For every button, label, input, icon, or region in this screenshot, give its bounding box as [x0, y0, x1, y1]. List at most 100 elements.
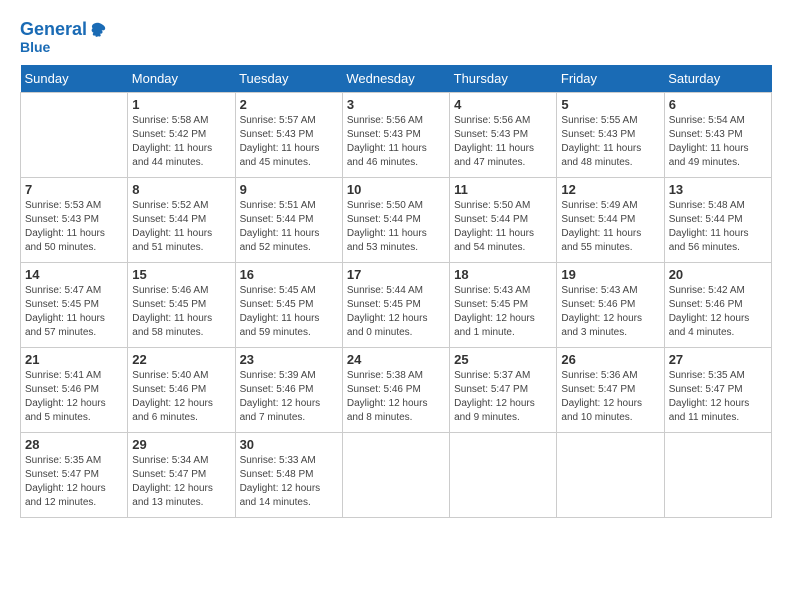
calendar-cell: 21 Sunrise: 5:41 AM Sunset: 5:46 PM Dayli…	[21, 348, 128, 433]
calendar-cell: 14 Sunrise: 5:47 AM Sunset: 5:45 PM Dayli…	[21, 263, 128, 348]
calendar-cell: 26 Sunrise: 5:36 AM Sunset: 5:47 PM Dayli…	[557, 348, 664, 433]
day-info: Sunrise: 5:58 AM Sunset: 5:42 PM Dayligh…	[132, 114, 230, 170]
day-info: Sunrise: 5:56 AM Sunset: 5:43 PM Dayligh…	[347, 114, 445, 170]
day-number: 9	[240, 182, 338, 197]
day-number: 17	[347, 267, 445, 282]
day-number: 16	[240, 267, 338, 282]
day-number: 13	[669, 182, 767, 197]
calendar-cell: 18 Sunrise: 5:43 AM Sunset: 5:45 PM Dayli…	[450, 263, 557, 348]
day-info: Sunrise: 5:42 AM Sunset: 5:46 PM Dayligh…	[669, 284, 767, 340]
day-number: 27	[669, 352, 767, 367]
day-info: Sunrise: 5:39 AM Sunset: 5:46 PM Dayligh…	[240, 369, 338, 425]
calendar-cell: 5 Sunrise: 5:55 AM Sunset: 5:43 PM Daylig…	[557, 93, 664, 178]
calendar-cell: 27 Sunrise: 5:35 AM Sunset: 5:47 PM Dayli…	[664, 348, 771, 433]
day-info: Sunrise: 5:47 AM Sunset: 5:45 PM Dayligh…	[25, 284, 123, 340]
calendar-cell: 17 Sunrise: 5:44 AM Sunset: 5:45 PM Dayli…	[342, 263, 449, 348]
calendar-cell: 9Sunrise: 5:51 AM Sunset: 5:44 PM Daylig…	[235, 178, 342, 263]
calendar-cell: 10 Sunrise: 5:50 AM Sunset: 5:44 PM Dayli…	[342, 178, 449, 263]
logo-text-general: General	[20, 20, 87, 40]
day-number: 20	[669, 267, 767, 282]
col-header-tuesday: Tuesday	[235, 65, 342, 93]
col-header-wednesday: Wednesday	[342, 65, 449, 93]
day-info: Sunrise: 5:38 AM Sunset: 5:46 PM Dayligh…	[347, 369, 445, 425]
calendar-cell: 7 Sunrise: 5:53 AM Sunset: 5:43 PM Daylig…	[21, 178, 128, 263]
calendar-week-row: 1Sunrise: 5:58 AM Sunset: 5:42 PM Daylig…	[21, 93, 772, 178]
calendar-week-row: 21 Sunrise: 5:41 AM Sunset: 5:46 PM Dayli…	[21, 348, 772, 433]
calendar-week-row: 14 Sunrise: 5:47 AM Sunset: 5:45 PM Dayli…	[21, 263, 772, 348]
day-number: 30	[240, 437, 338, 452]
calendar-cell: 6 Sunrise: 5:54 AM Sunset: 5:43 PM Daylig…	[664, 93, 771, 178]
day-number: 18	[454, 267, 552, 282]
calendar-cell: 11 Sunrise: 5:50 AM Sunset: 5:44 PM Dayli…	[450, 178, 557, 263]
day-number: 14	[25, 267, 123, 282]
day-number: 22	[132, 352, 230, 367]
calendar-cell	[450, 433, 557, 518]
day-number: 6	[669, 97, 767, 112]
day-number: 12	[561, 182, 659, 197]
day-info: Sunrise: 5:44 AM Sunset: 5:45 PM Dayligh…	[347, 284, 445, 340]
day-number: 2	[240, 97, 338, 112]
calendar-cell	[21, 93, 128, 178]
col-header-monday: Monday	[128, 65, 235, 93]
day-info: Sunrise: 5:46 AM Sunset: 5:45 PM Dayligh…	[132, 284, 230, 340]
day-info: Sunrise: 5:54 AM Sunset: 5:43 PM Dayligh…	[669, 114, 767, 170]
day-info: Sunrise: 5:41 AM Sunset: 5:46 PM Dayligh…	[25, 369, 123, 425]
calendar-cell: 25Sunrise: 5:37 AM Sunset: 5:47 PM Dayli…	[450, 348, 557, 433]
calendar-cell: 22 Sunrise: 5:40 AM Sunset: 5:46 PM Dayli…	[128, 348, 235, 433]
day-info: Sunrise: 5:40 AM Sunset: 5:46 PM Dayligh…	[132, 369, 230, 425]
day-number: 11	[454, 182, 552, 197]
day-number: 19	[561, 267, 659, 282]
day-number: 4	[454, 97, 552, 112]
day-info: Sunrise: 5:43 AM Sunset: 5:46 PM Dayligh…	[561, 284, 659, 340]
day-info: Sunrise: 5:48 AM Sunset: 5:44 PM Dayligh…	[669, 199, 767, 255]
logo: General Blue	[20, 20, 107, 55]
col-header-saturday: Saturday	[664, 65, 771, 93]
day-number: 7	[25, 182, 123, 197]
day-info: Sunrise: 5:53 AM Sunset: 5:43 PM Dayligh…	[25, 199, 123, 255]
day-number: 3	[347, 97, 445, 112]
calendar-cell: 29Sunrise: 5:34 AM Sunset: 5:47 PM Dayli…	[128, 433, 235, 518]
day-info: Sunrise: 5:45 AM Sunset: 5:45 PM Dayligh…	[240, 284, 338, 340]
logo-text-blue: Blue	[20, 40, 107, 55]
calendar-cell: 24 Sunrise: 5:38 AM Sunset: 5:46 PM Dayli…	[342, 348, 449, 433]
day-number: 26	[561, 352, 659, 367]
calendar-cell: 19 Sunrise: 5:43 AM Sunset: 5:46 PM Dayli…	[557, 263, 664, 348]
calendar-cell: 2 Sunrise: 5:57 AM Sunset: 5:43 PM Daylig…	[235, 93, 342, 178]
day-info: Sunrise: 5:35 AM Sunset: 5:47 PM Dayligh…	[669, 369, 767, 425]
calendar-cell: 23Sunrise: 5:39 AM Sunset: 5:46 PM Dayli…	[235, 348, 342, 433]
calendar-header-row: SundayMondayTuesdayWednesdayThursdayFrid…	[21, 65, 772, 93]
calendar-week-row: 28 Sunrise: 5:35 AM Sunset: 5:47 PM Dayli…	[21, 433, 772, 518]
calendar-cell: 4 Sunrise: 5:56 AM Sunset: 5:43 PM Daylig…	[450, 93, 557, 178]
day-info: Sunrise: 5:56 AM Sunset: 5:43 PM Dayligh…	[454, 114, 552, 170]
day-number: 29	[132, 437, 230, 452]
calendar-cell: 15 Sunrise: 5:46 AM Sunset: 5:45 PM Dayli…	[128, 263, 235, 348]
calendar-cell: 1Sunrise: 5:58 AM Sunset: 5:42 PM Daylig…	[128, 93, 235, 178]
day-number: 15	[132, 267, 230, 282]
calendar-cell	[664, 433, 771, 518]
day-info: Sunrise: 5:35 AM Sunset: 5:47 PM Dayligh…	[25, 454, 123, 510]
day-info: Sunrise: 5:50 AM Sunset: 5:44 PM Dayligh…	[454, 199, 552, 255]
day-info: Sunrise: 5:50 AM Sunset: 5:44 PM Dayligh…	[347, 199, 445, 255]
day-number: 5	[561, 97, 659, 112]
day-number: 28	[25, 437, 123, 452]
day-number: 21	[25, 352, 123, 367]
calendar-cell	[342, 433, 449, 518]
calendar-cell: 20 Sunrise: 5:42 AM Sunset: 5:46 PM Dayli…	[664, 263, 771, 348]
col-header-friday: Friday	[557, 65, 664, 93]
day-info: Sunrise: 5:36 AM Sunset: 5:47 PM Dayligh…	[561, 369, 659, 425]
day-info: Sunrise: 5:33 AM Sunset: 5:48 PM Dayligh…	[240, 454, 338, 510]
day-info: Sunrise: 5:43 AM Sunset: 5:45 PM Dayligh…	[454, 284, 552, 340]
calendar-cell	[557, 433, 664, 518]
calendar-cell: 12 Sunrise: 5:49 AM Sunset: 5:44 PM Dayli…	[557, 178, 664, 263]
calendar-week-row: 7 Sunrise: 5:53 AM Sunset: 5:43 PM Daylig…	[21, 178, 772, 263]
calendar-cell: 16 Sunrise: 5:45 AM Sunset: 5:45 PM Dayli…	[235, 263, 342, 348]
day-info: Sunrise: 5:55 AM Sunset: 5:43 PM Dayligh…	[561, 114, 659, 170]
col-header-sunday: Sunday	[21, 65, 128, 93]
day-info: Sunrise: 5:49 AM Sunset: 5:44 PM Dayligh…	[561, 199, 659, 255]
day-number: 10	[347, 182, 445, 197]
header: General Blue	[20, 20, 772, 55]
day-number: 24	[347, 352, 445, 367]
calendar-cell: 30 Sunrise: 5:33 AM Sunset: 5:48 PM Dayli…	[235, 433, 342, 518]
day-info: Sunrise: 5:52 AM Sunset: 5:44 PM Dayligh…	[132, 199, 230, 255]
day-info: Sunrise: 5:57 AM Sunset: 5:43 PM Dayligh…	[240, 114, 338, 170]
